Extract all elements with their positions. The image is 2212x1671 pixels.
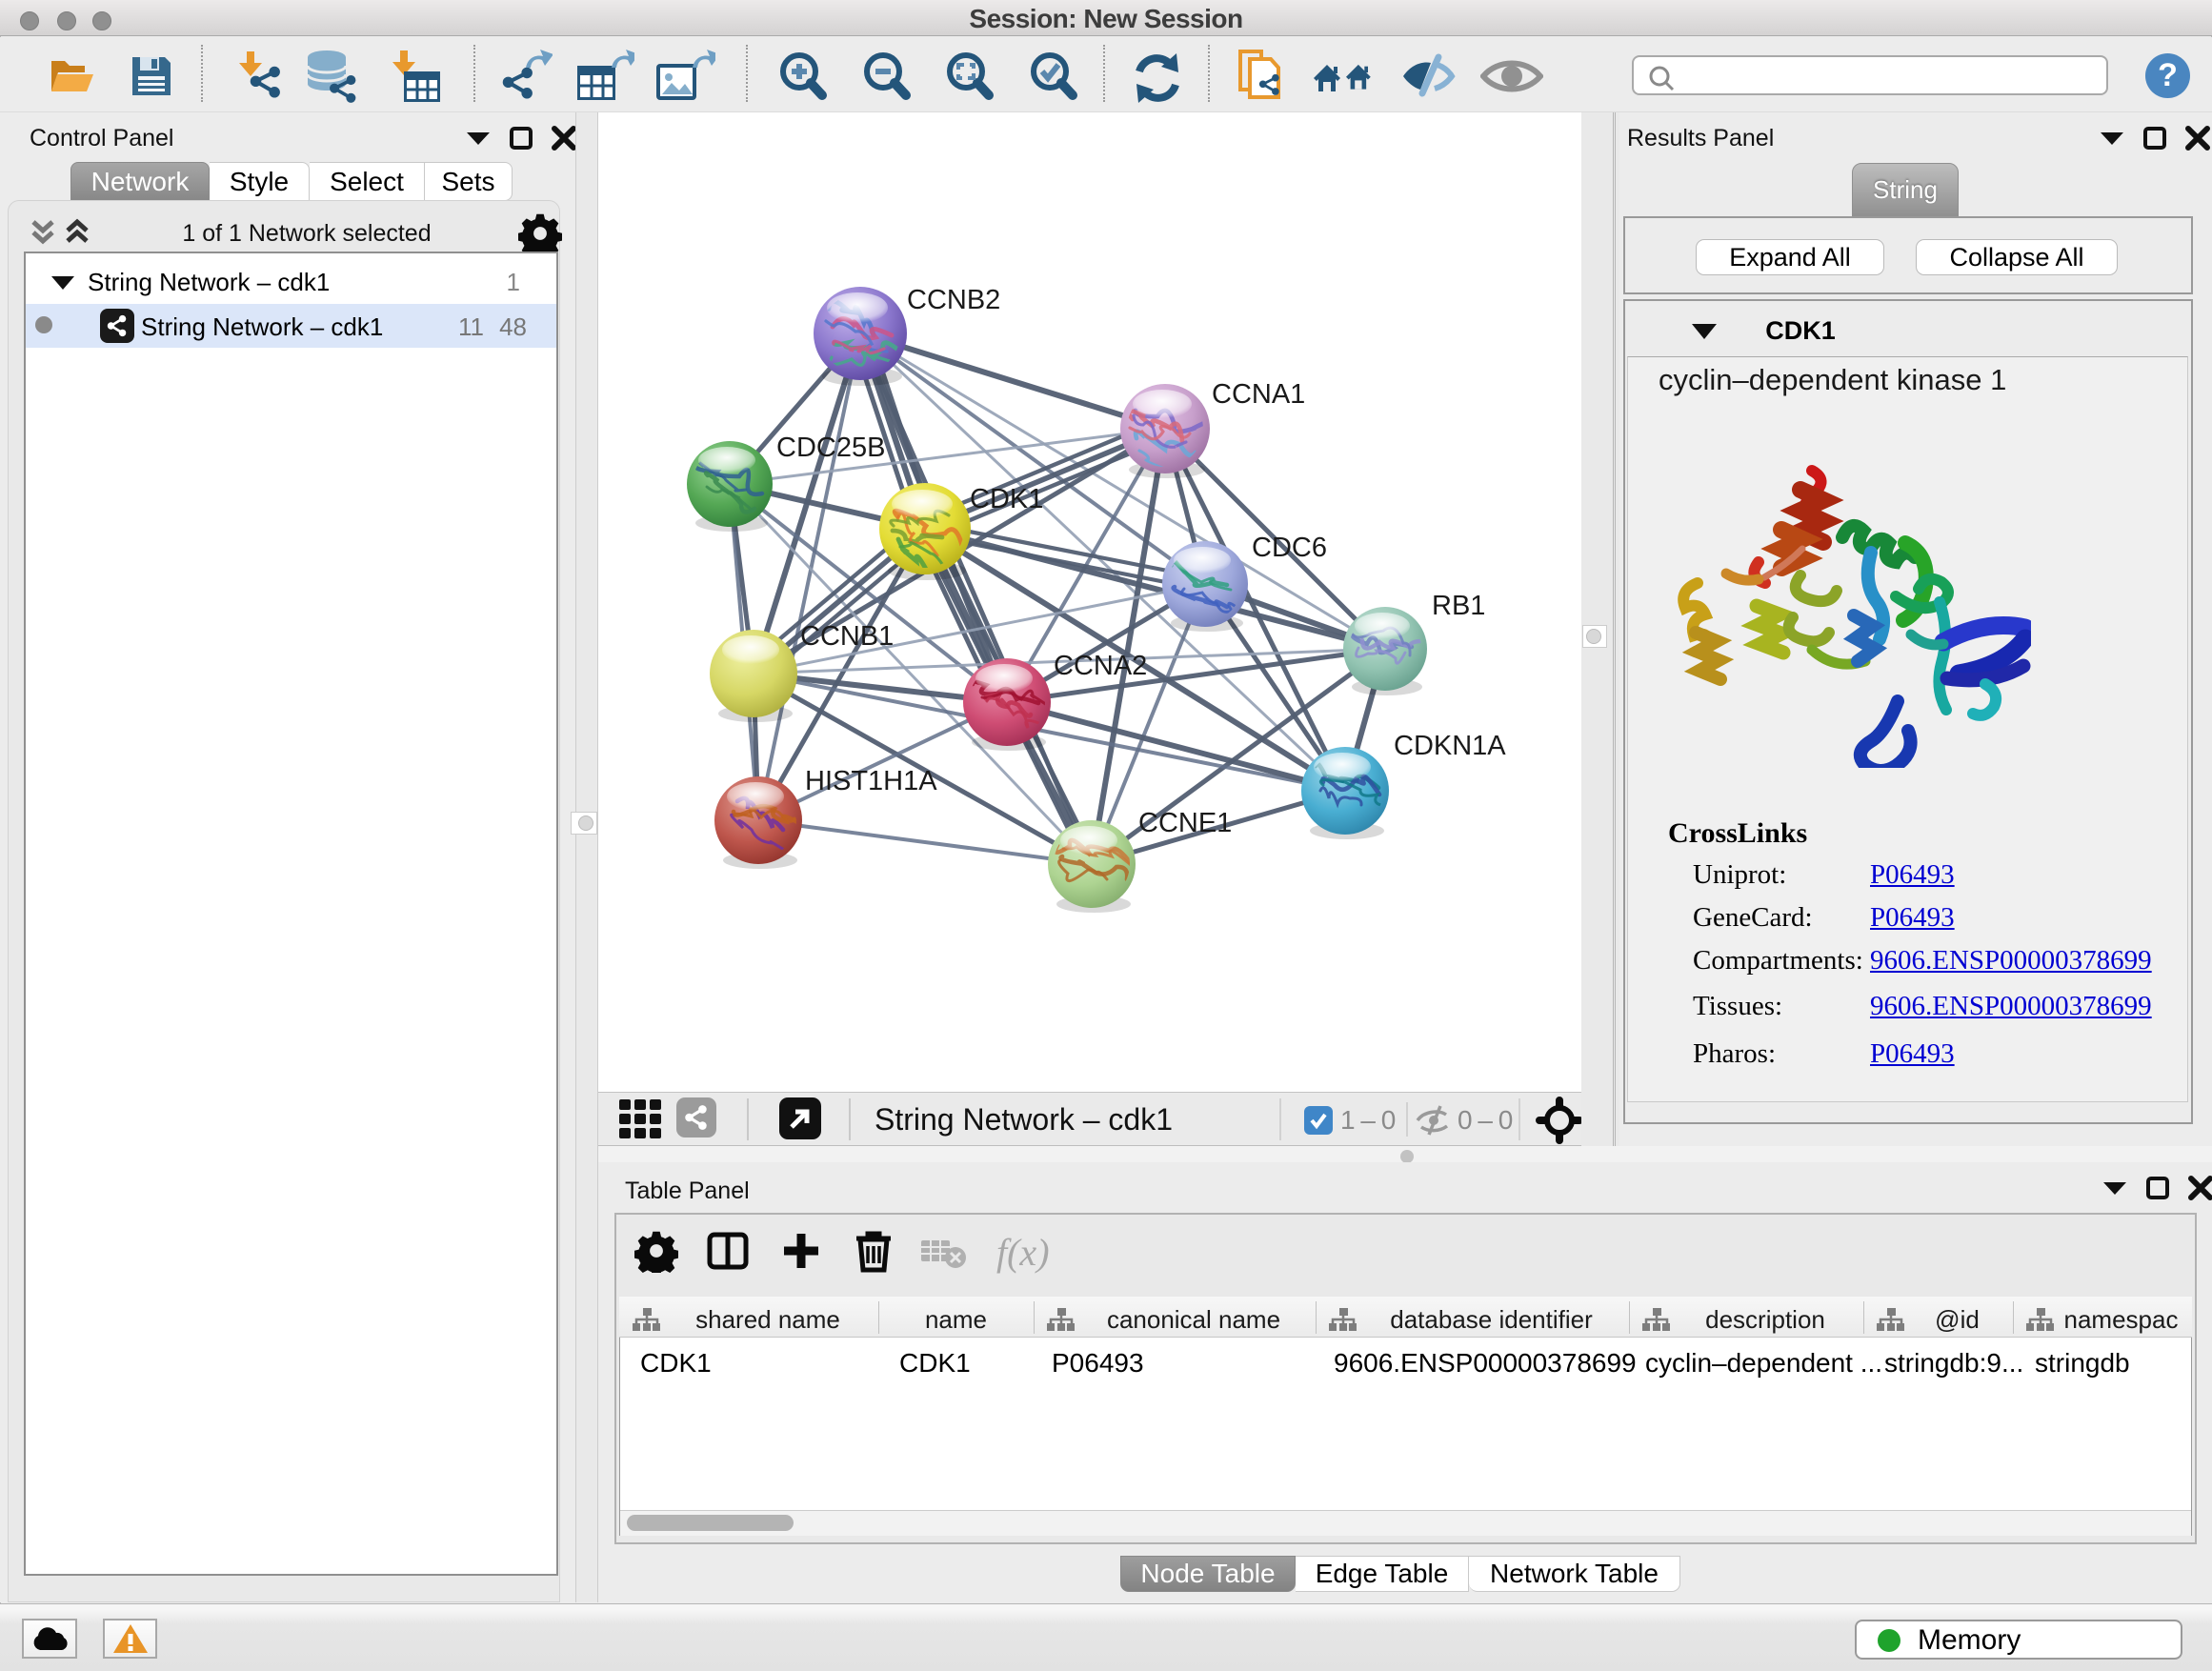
svg-text:CDK1: CDK1: [970, 484, 1043, 514]
svg-text:CDKN1A: CDKN1A: [1394, 731, 1506, 761]
svg-text:RB1: RB1: [1432, 591, 1485, 621]
svg-text:CDC6: CDC6: [1252, 533, 1327, 563]
svg-text:CCNA1: CCNA1: [1212, 379, 1305, 410]
svg-text:HIST1H1A: HIST1H1A: [805, 766, 937, 796]
svg-text:CDC25B: CDC25B: [776, 433, 885, 463]
svg-text:CCNA2: CCNA2: [1054, 651, 1147, 681]
svg-text:CCNE1: CCNE1: [1138, 808, 1232, 838]
svg-text:CCNB1: CCNB1: [800, 621, 894, 652]
svg-text:CCNB2: CCNB2: [907, 285, 1000, 315]
